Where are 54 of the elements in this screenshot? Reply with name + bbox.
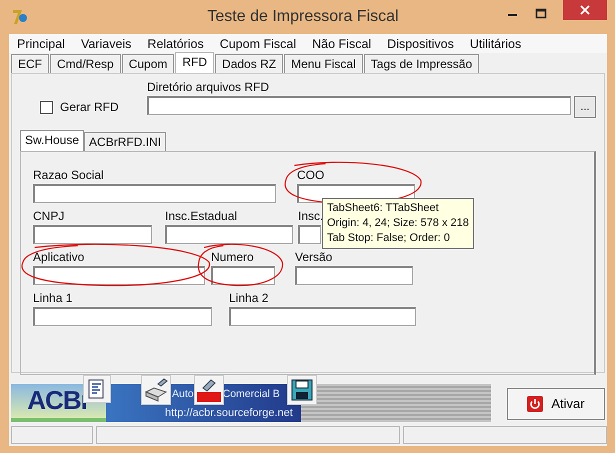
banner-url: http://acbr.sourceforge.net <box>164 406 294 419</box>
input-field[interactable] <box>211 266 275 286</box>
app-icon <box>11 8 29 26</box>
close-button[interactable] <box>563 0 607 20</box>
input-field[interactable] <box>295 266 413 286</box>
field-label: Insc. <box>298 209 324 224</box>
field-label: Linha 2 <box>229 291 268 306</box>
field-label: COO <box>297 168 324 182</box>
input-field[interactable] <box>165 225 293 244</box>
input-field[interactable] <box>33 225 152 244</box>
checkbox[interactable] <box>40 100 53 114</box>
tooltip-text: Tab Stop: False; Order: 0 <box>327 231 451 246</box>
input-field[interactable] <box>33 307 212 326</box>
tab[interactable]: Sw.House <box>20 130 84 152</box>
close-icon <box>579 4 591 16</box>
tab[interactable]: RFD <box>175 52 214 74</box>
tab[interactable]: Dados RZ <box>215 54 284 74</box>
field-label: Diretório arquivos RFD <box>147 80 270 94</box>
tab[interactable]: Cmd/Resp <box>50 54 121 74</box>
input-field[interactable] <box>229 307 416 326</box>
input-field[interactable] <box>33 184 276 204</box>
menu-item[interactable]: Cupom Fiscal <box>220 36 296 50</box>
tab[interactable]: ECF <box>11 54 49 74</box>
field-label: Versão <box>295 250 332 264</box>
field-label: Linha 1 <box>33 291 72 306</box>
window-title: Teste de Impressora Fiscal <box>206 8 400 26</box>
field-label: Aplicativo <box>33 250 84 264</box>
banner-text: Comercial B <box>222 388 280 400</box>
power-icon <box>527 396 544 412</box>
menu-item[interactable]: Não Fiscal <box>312 36 372 50</box>
tab[interactable]: Tags de Impressão <box>364 54 480 74</box>
field-label: Razao Social <box>33 168 104 182</box>
menu-item[interactable]: Principal <box>17 36 65 50</box>
menu-item[interactable]: Variaveis <box>80 36 132 50</box>
tab[interactable]: Menu Fiscal <box>284 54 363 74</box>
menu-item[interactable]: Dispositivos <box>387 36 454 50</box>
tab[interactable]: ACBrRFD.INI <box>84 132 166 152</box>
tooltip-text: Origin: 4, 24; Size: 578 x 218 <box>327 216 469 232</box>
banner-text: Auto <box>172 388 194 400</box>
maximize-icon[interactable] <box>535 8 547 20</box>
tab[interactable]: Cupom <box>122 54 174 74</box>
input-field[interactable] <box>33 266 205 286</box>
activate-button[interactable]: Ativar <box>507 388 605 420</box>
field-label: Insc.Estadual <box>165 209 238 224</box>
field-label: Numero <box>211 250 254 264</box>
menu-item[interactable]: Utilitários <box>470 36 522 50</box>
directory-field[interactable] <box>147 96 571 116</box>
checkbox-label: Gerar RFD <box>60 100 119 114</box>
menu-item[interactable]: Relatórios <box>147 36 204 50</box>
input-field[interactable] <box>298 225 321 244</box>
browse-button[interactable]: ... <box>574 96 596 118</box>
tooltip-text: TabSheet6: TTabSheet <box>327 201 440 216</box>
floppy-disk-icon[interactable] <box>287 375 317 406</box>
field-label: CNPJ <box>33 209 64 224</box>
